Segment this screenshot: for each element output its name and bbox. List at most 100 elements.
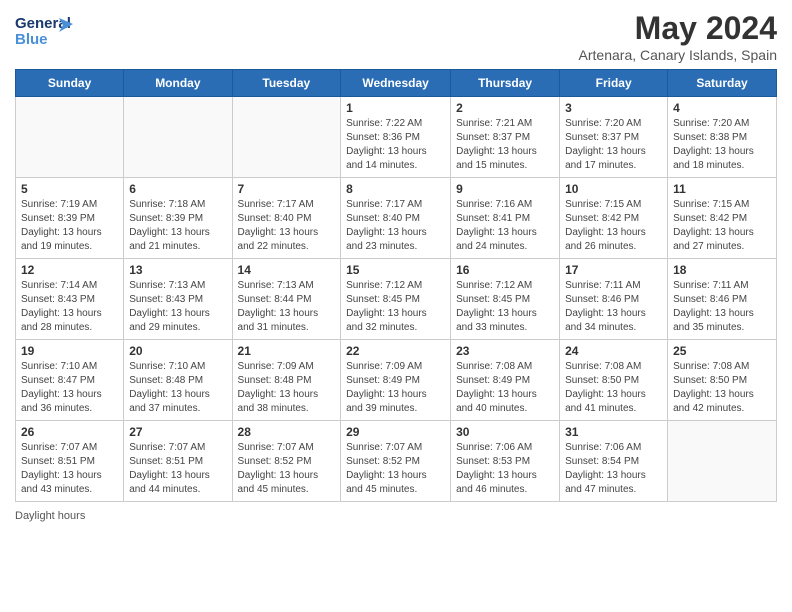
- day-number: 25: [673, 344, 771, 358]
- month-year: May 2024: [579, 10, 777, 47]
- day-info: Sunrise: 7:20 AM Sunset: 8:37 PM Dayligh…: [565, 117, 662, 173]
- day-number: 2: [456, 101, 554, 115]
- day-number: 14: [238, 263, 336, 277]
- day-info: Sunrise: 7:10 AM Sunset: 8:48 PM Dayligh…: [129, 360, 226, 416]
- calendar-cell: 9 Sunrise: 7:16 AM Sunset: 8:41 PM Daylig…: [451, 178, 560, 259]
- day-number: 13: [129, 263, 226, 277]
- calendar-cell: 12Sunrise: 7:14 AM Sunset: 8:43 PM Dayli…: [16, 259, 124, 340]
- calendar-cell: [232, 97, 341, 178]
- day-info: Sunrise: 7:09 AM Sunset: 8:48 PM Dayligh…: [238, 360, 336, 416]
- calendar-cell: 21Sunrise: 7:09 AM Sunset: 8:48 PM Dayli…: [232, 340, 341, 421]
- day-number: 24: [565, 344, 662, 358]
- calendar-day-header: Tuesday: [232, 70, 341, 97]
- day-number: 28: [238, 425, 336, 439]
- day-number: 11: [673, 182, 771, 196]
- calendar-cell: 30 Sunrise: 7:06 AM Sunset: 8:53 PM Dayli…: [451, 421, 560, 502]
- day-info: Sunrise: 7:06 AM Sunset: 8:53 PM Dayligh…: [456, 441, 554, 497]
- title-block: May 2024 Artenara, Canary Islands, Spain: [579, 10, 777, 63]
- day-info: Sunrise: 7:17 AM Sunset: 8:40 PM Dayligh…: [238, 198, 336, 254]
- day-number: 1: [346, 101, 445, 115]
- day-info: Sunrise: 7:07 AM Sunset: 8:51 PM Dayligh…: [21, 441, 118, 497]
- calendar-cell: 14 Sunrise: 7:13 AM Sunset: 8:44 PM Dayli…: [232, 259, 341, 340]
- day-number: 20: [129, 344, 226, 358]
- day-info: Sunrise: 7:19 AM Sunset: 8:39 PM Dayligh…: [21, 198, 118, 254]
- day-number: 6: [129, 182, 226, 196]
- day-number: 19: [21, 344, 118, 358]
- day-info: Sunrise: 7:09 AM Sunset: 8:49 PM Dayligh…: [346, 360, 445, 416]
- day-info: Sunrise: 7:07 AM Sunset: 8:52 PM Dayligh…: [346, 441, 445, 497]
- day-info: Sunrise: 7:14 AM Sunset: 8:43 PM Dayligh…: [21, 279, 118, 335]
- day-info: Sunrise: 7:06 AM Sunset: 8:54 PM Dayligh…: [565, 441, 662, 497]
- day-number: 27: [129, 425, 226, 439]
- calendar-cell: 18Sunrise: 7:11 AM Sunset: 8:46 PM Dayli…: [668, 259, 777, 340]
- calendar-cell: 20 Sunrise: 7:10 AM Sunset: 8:48 PM Dayli…: [124, 340, 232, 421]
- calendar-cell: 4Sunrise: 7:20 AM Sunset: 8:38 PM Daylig…: [668, 97, 777, 178]
- calendar-cell: 26 Sunrise: 7:07 AM Sunset: 8:51 PM Dayli…: [16, 421, 124, 502]
- calendar-week-row: 5 Sunrise: 7:19 AM Sunset: 8:39 PM Daylig…: [16, 178, 777, 259]
- calendar-cell: 15Sunrise: 7:12 AM Sunset: 8:45 PM Dayli…: [341, 259, 451, 340]
- calendar-cell: 10 Sunrise: 7:15 AM Sunset: 8:42 PM Dayli…: [560, 178, 668, 259]
- day-info: Sunrise: 7:10 AM Sunset: 8:47 PM Dayligh…: [21, 360, 118, 416]
- day-info: Sunrise: 7:07 AM Sunset: 8:51 PM Dayligh…: [129, 441, 226, 497]
- day-info: Sunrise: 7:15 AM Sunset: 8:42 PM Dayligh…: [673, 198, 771, 254]
- footer: Daylight hours: [15, 510, 777, 522]
- day-number: 26: [21, 425, 118, 439]
- day-number: 22: [346, 344, 445, 358]
- day-info: Sunrise: 7:07 AM Sunset: 8:52 PM Dayligh…: [238, 441, 336, 497]
- day-number: 30: [456, 425, 554, 439]
- day-info: Sunrise: 7:08 AM Sunset: 8:49 PM Dayligh…: [456, 360, 554, 416]
- calendar-cell: 28 Sunrise: 7:07 AM Sunset: 8:52 PM Dayli…: [232, 421, 341, 502]
- day-info: Sunrise: 7:13 AM Sunset: 8:43 PM Dayligh…: [129, 279, 226, 335]
- day-info: Sunrise: 7:13 AM Sunset: 8:44 PM Dayligh…: [238, 279, 336, 335]
- calendar-cell: 2 Sunrise: 7:21 AM Sunset: 8:37 PM Daylig…: [451, 97, 560, 178]
- calendar-cell: [668, 421, 777, 502]
- calendar-cell: [16, 97, 124, 178]
- calendar-cell: 17Sunrise: 7:11 AM Sunset: 8:46 PM Dayli…: [560, 259, 668, 340]
- calendar-cell: 29 Sunrise: 7:07 AM Sunset: 8:52 PM Dayli…: [341, 421, 451, 502]
- page-header: GeneralBlue May 2024 Artenara, Canary Is…: [15, 10, 777, 63]
- calendar-week-row: 26 Sunrise: 7:07 AM Sunset: 8:51 PM Dayli…: [16, 421, 777, 502]
- day-info: Sunrise: 7:18 AM Sunset: 8:39 PM Dayligh…: [129, 198, 226, 254]
- calendar-day-header: Sunday: [16, 70, 124, 97]
- calendar-cell: 3Sunrise: 7:20 AM Sunset: 8:37 PM Daylig…: [560, 97, 668, 178]
- calendar-day-header: Wednesday: [341, 70, 451, 97]
- day-info: Sunrise: 7:08 AM Sunset: 8:50 PM Dayligh…: [565, 360, 662, 416]
- day-number: 9: [456, 182, 554, 196]
- calendar-day-header: Monday: [124, 70, 232, 97]
- day-number: 10: [565, 182, 662, 196]
- day-info: Sunrise: 7:21 AM Sunset: 8:37 PM Dayligh…: [456, 117, 554, 173]
- calendar-cell: 5 Sunrise: 7:19 AM Sunset: 8:39 PM Daylig…: [16, 178, 124, 259]
- calendar-cell: 8Sunrise: 7:17 AM Sunset: 8:40 PM Daylig…: [341, 178, 451, 259]
- calendar-week-row: 19 Sunrise: 7:10 AM Sunset: 8:47 PM Dayli…: [16, 340, 777, 421]
- calendar-cell: [124, 97, 232, 178]
- calendar-cell: 22 Sunrise: 7:09 AM Sunset: 8:49 PM Dayli…: [341, 340, 451, 421]
- day-number: 16: [456, 263, 554, 277]
- calendar-cell: 7 Sunrise: 7:17 AM Sunset: 8:40 PM Daylig…: [232, 178, 341, 259]
- day-number: 18: [673, 263, 771, 277]
- calendar-cell: 31 Sunrise: 7:06 AM Sunset: 8:54 PM Dayli…: [560, 421, 668, 502]
- day-info: Sunrise: 7:15 AM Sunset: 8:42 PM Dayligh…: [565, 198, 662, 254]
- logo: GeneralBlue: [15, 10, 75, 50]
- calendar-day-header: Thursday: [451, 70, 560, 97]
- location: Artenara, Canary Islands, Spain: [579, 47, 777, 63]
- day-info: Sunrise: 7:12 AM Sunset: 8:45 PM Dayligh…: [346, 279, 445, 335]
- calendar-week-row: 12Sunrise: 7:14 AM Sunset: 8:43 PM Dayli…: [16, 259, 777, 340]
- day-info: Sunrise: 7:12 AM Sunset: 8:45 PM Dayligh…: [456, 279, 554, 335]
- calendar-week-row: 1 Sunrise: 7:22 AM Sunset: 8:36 PM Daylig…: [16, 97, 777, 178]
- logo-svg: GeneralBlue: [15, 10, 75, 50]
- day-info: Sunrise: 7:22 AM Sunset: 8:36 PM Dayligh…: [346, 117, 445, 173]
- daylight-label: Daylight hours: [15, 510, 85, 522]
- calendar-cell: 19 Sunrise: 7:10 AM Sunset: 8:47 PM Dayli…: [16, 340, 124, 421]
- day-number: 23: [456, 344, 554, 358]
- day-info: Sunrise: 7:16 AM Sunset: 8:41 PM Dayligh…: [456, 198, 554, 254]
- day-number: 31: [565, 425, 662, 439]
- day-number: 29: [346, 425, 445, 439]
- calendar-table: SundayMondayTuesdayWednesdayThursdayFrid…: [15, 69, 777, 502]
- day-number: 8: [346, 182, 445, 196]
- day-number: 4: [673, 101, 771, 115]
- calendar-cell: 1 Sunrise: 7:22 AM Sunset: 8:36 PM Daylig…: [341, 97, 451, 178]
- calendar-cell: 25Sunrise: 7:08 AM Sunset: 8:50 PM Dayli…: [668, 340, 777, 421]
- day-number: 7: [238, 182, 336, 196]
- day-number: 5: [21, 182, 118, 196]
- calendar-cell: 23 Sunrise: 7:08 AM Sunset: 8:49 PM Dayli…: [451, 340, 560, 421]
